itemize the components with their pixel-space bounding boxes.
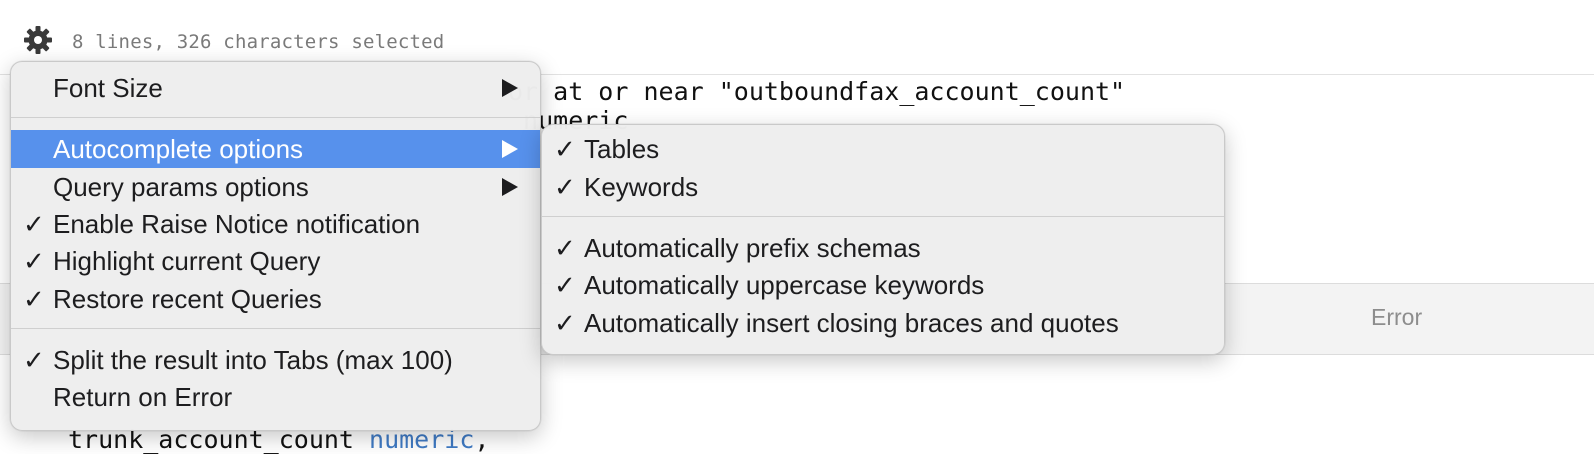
menu-item-label: Automatically prefix schemas (584, 233, 921, 263)
menu-item-label: Tables (584, 134, 660, 164)
menu-item-label: Highlight current Query (53, 246, 321, 276)
checkmark-icon: ✓ (554, 270, 576, 300)
submenu-item-tables[interactable]: ✓ Tables (542, 130, 1224, 168)
autocomplete-submenu: ✓ Tables ✓ Keywords ✓ Automatically pref… (541, 124, 1225, 355)
submenu-item-keywords[interactable]: ✓ Keywords (542, 168, 1224, 206)
menu-item-font-size[interactable]: Font Size (11, 69, 540, 107)
error-tab[interactable]: Error (1371, 304, 1422, 331)
menu-item-label: Font Size (53, 73, 163, 103)
submenu-arrow-icon (502, 178, 518, 196)
checkmark-icon: ✓ (23, 246, 45, 276)
menu-item-label: Automatically uppercase keywords (584, 270, 985, 300)
submenu-item-insert-closing-braces[interactable]: ✓ Automatically insert closing braces an… (542, 304, 1224, 342)
checkmark-icon: ✓ (554, 308, 576, 338)
checkmark-icon: ✓ (23, 284, 45, 314)
menu-item-label: Return on Error (53, 382, 233, 412)
menu-item-label: Autocomplete options (53, 134, 304, 164)
checkmark-icon: ✓ (554, 134, 576, 164)
selection-status: 8 lines, 326 characters selected (72, 31, 445, 53)
menu-item-autocomplete-options[interactable]: Autocomplete options (11, 130, 540, 168)
menu-item-label: Enable Raise Notice notification (53, 209, 421, 239)
menu-item-return-on-error[interactable]: Return on Error (11, 378, 540, 416)
checkmark-icon: ✓ (554, 172, 576, 202)
checkmark-icon: ✓ (554, 233, 576, 263)
settings-menu: Font Size Autocomplete options Query par… (10, 61, 541, 431)
submenu-item-uppercase-keywords[interactable]: ✓ Automatically uppercase keywords (542, 266, 1224, 304)
submenu-arrow-icon (502, 140, 518, 158)
submenu-arrow-icon (502, 79, 518, 97)
menu-item-label: Query params options (53, 172, 309, 202)
menu-item-highlight-current-query[interactable]: ✓ Highlight current Query (11, 242, 540, 280)
menu-item-enable-raise-notice[interactable]: ✓ Enable Raise Notice notification (11, 205, 540, 243)
menu-separator (11, 328, 540, 329)
menu-separator (11, 117, 540, 118)
menu-item-restore-recent-queries[interactable]: ✓ Restore recent Queries (11, 280, 540, 318)
menu-item-label: Automatically insert closing braces and … (584, 308, 1119, 338)
menu-separator (542, 216, 1224, 217)
checkmark-icon: ✓ (23, 345, 45, 375)
menu-item-label: Restore recent Queries (53, 284, 322, 314)
menu-item-label: Split the result into Tabs (max 100) (53, 345, 453, 375)
submenu-item-prefix-schemas[interactable]: ✓ Automatically prefix schemas (542, 229, 1224, 267)
menu-item-split-result-into-tabs[interactable]: ✓ Split the result into Tabs (max 100) (11, 341, 540, 379)
menu-item-label: Keywords (584, 172, 699, 202)
checkmark-icon: ✓ (23, 209, 45, 239)
editor-line: or at or near "outboundfax_account_count… (508, 77, 1126, 106)
menu-item-query-params-options[interactable]: Query params options (11, 168, 540, 206)
gear-icon[interactable] (22, 24, 54, 56)
